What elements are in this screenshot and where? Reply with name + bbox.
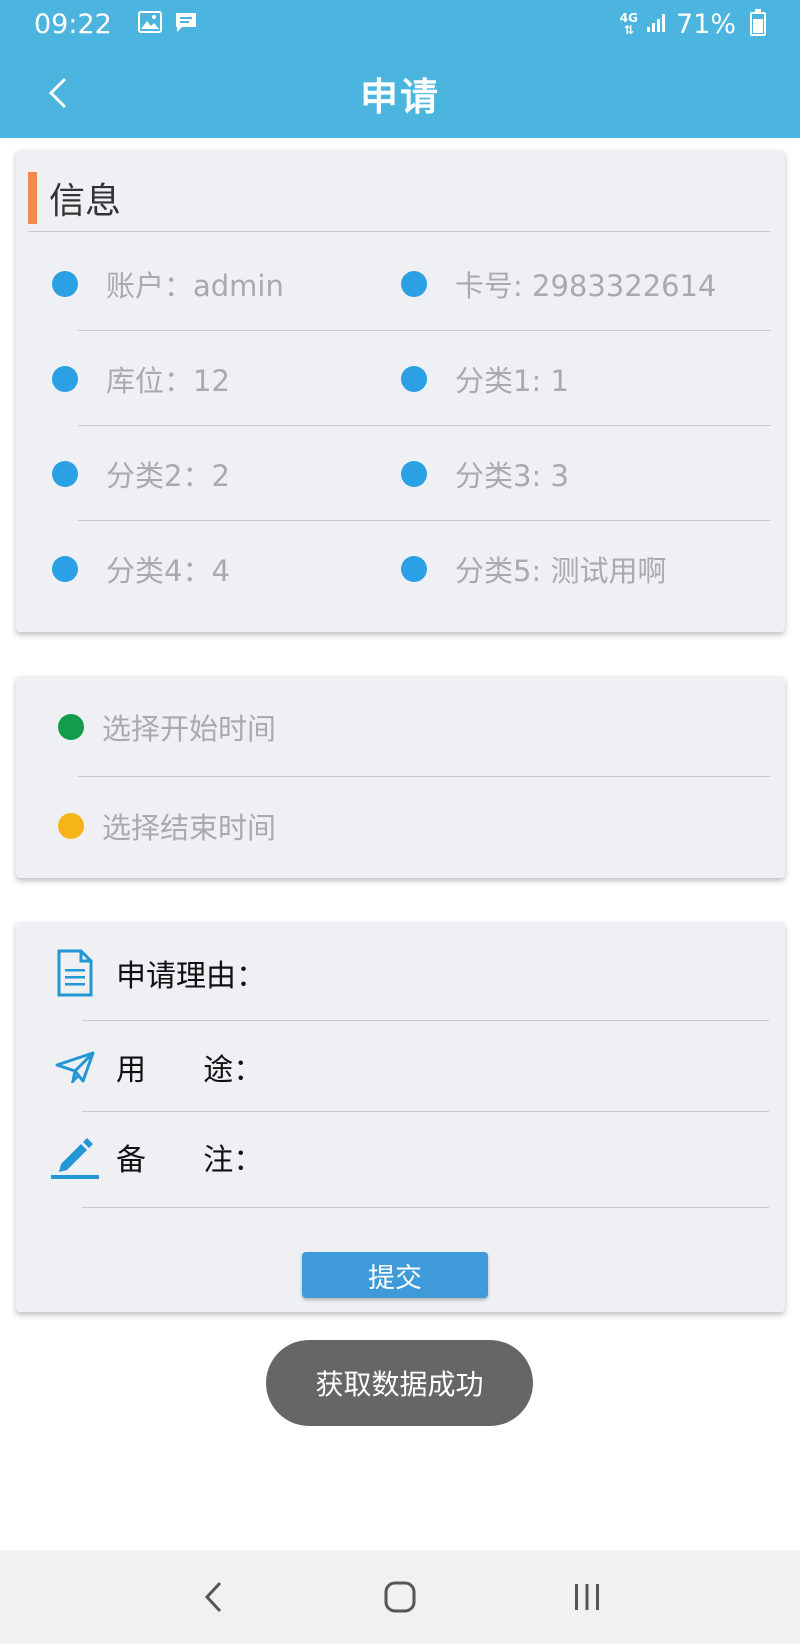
info-item-text: 分类4：4 — [106, 553, 230, 588]
start-time-label: 选择开始时间 — [102, 712, 277, 746]
start-time-picker[interactable]: 选择开始时间 — [16, 678, 785, 776]
end-time-picker[interactable]: 选择结束时间 — [16, 777, 785, 875]
reason-input[interactable] — [286, 946, 765, 1000]
info-item-text: 分类3: 3 — [455, 458, 569, 493]
bullet-dot-icon — [401, 270, 427, 297]
info-item-card-number: 卡号: 2983322614 — [401, 236, 717, 331]
application-form-card: 申请理由： 用 途： 备 注： 提交 — [16, 922, 785, 1312]
info-item-category4: 分类4：4 — [52, 521, 230, 616]
bullet-dot-icon — [401, 460, 427, 487]
message-notification-icon — [174, 9, 198, 40]
info-item-account: 账户：admin — [52, 236, 284, 331]
info-item-text: 卡号: 2983322614 — [455, 268, 717, 303]
toast-message: 获取数据成功 — [266, 1340, 533, 1426]
system-navigation-bar — [0, 1550, 800, 1644]
chevron-left-icon — [48, 77, 67, 109]
status-bar: 09:22 4G ⇅ 71% — [0, 0, 800, 48]
data-arrows-icon: ⇅ — [623, 23, 634, 37]
row-divider — [82, 1020, 769, 1021]
info-item-text: 账户：admin — [106, 268, 284, 303]
bullet-dot-icon — [52, 460, 78, 487]
info-item-text: 分类5: 测试用啊 — [455, 553, 667, 588]
reason-row: 申请理由： — [16, 928, 785, 1018]
submit-button[interactable]: 提交 — [302, 1252, 488, 1298]
info-item-location: 库位：12 — [52, 331, 230, 426]
start-dot-icon — [58, 714, 84, 740]
section-accent-bar — [28, 171, 37, 224]
bullet-dot-icon — [52, 365, 78, 392]
row-divider — [82, 1207, 769, 1208]
info-card: 信息 账户：admin 卡号: 2983322614 库位：12 分类1: 1 … — [16, 150, 785, 632]
info-item-category1: 分类1: 1 — [401, 331, 569, 426]
info-row: 分类2：2 分类3: 3 — [16, 426, 785, 521]
app-bar: 申请 — [0, 48, 800, 138]
purpose-row: 用 途： — [16, 1022, 785, 1112]
info-row: 账户：admin 卡号: 2983322614 — [16, 236, 785, 331]
info-row: 分类4：4 分类5: 测试用啊 — [16, 521, 785, 616]
info-item-text: 分类1: 1 — [455, 363, 569, 398]
status-right: 4G ⇅ 71% — [620, 9, 766, 40]
purpose-input[interactable] — [286, 1040, 765, 1094]
status-left: 09:22 — [34, 9, 198, 40]
nav-home-button[interactable] — [370, 1567, 430, 1627]
info-item-text: 分类2：2 — [106, 458, 230, 493]
info-title: 信息 — [49, 180, 122, 222]
nav-back-button[interactable] — [183, 1567, 243, 1627]
battery-icon — [750, 9, 766, 36]
nav-back-icon — [205, 1581, 222, 1613]
purpose-label: 用 途： — [116, 1053, 264, 1088]
nav-recents-icon — [574, 1584, 599, 1610]
reason-label: 申请理由： — [116, 959, 266, 994]
network-type: 4G ⇅ — [620, 12, 638, 36]
bullet-dot-icon — [52, 555, 78, 582]
remark-row: 备 注： — [16, 1112, 785, 1202]
info-row: 库位：12 分类1: 1 — [16, 331, 785, 426]
bullet-dot-icon — [52, 270, 78, 297]
time-select-card: 选择开始时间 选择结束时间 — [16, 676, 785, 878]
gallery-notification-icon — [137, 9, 162, 40]
back-button[interactable] — [30, 66, 84, 120]
remark-label: 备 注： — [116, 1143, 264, 1178]
document-icon — [50, 948, 100, 998]
nav-home-icon — [384, 1581, 416, 1613]
nav-recents-button[interactable] — [557, 1567, 617, 1627]
bullet-dot-icon — [401, 555, 427, 582]
end-dot-icon — [58, 813, 84, 839]
remark-input[interactable] — [286, 1130, 765, 1184]
info-item-category2: 分类2：2 — [52, 426, 230, 521]
info-item-category3: 分类3: 3 — [401, 426, 569, 521]
info-item-text: 库位：12 — [106, 363, 230, 398]
signal-icon — [646, 9, 668, 40]
paper-plane-icon — [50, 1042, 100, 1092]
battery-percent: 71% — [675, 8, 736, 40]
pencil-icon — [50, 1132, 100, 1182]
status-time: 09:22 — [34, 8, 112, 40]
info-header: 信息 — [28, 164, 771, 232]
bullet-dot-icon — [401, 365, 427, 392]
page-title: 申请 — [359, 74, 440, 119]
end-time-label: 选择结束时间 — [102, 811, 277, 845]
info-item-category5: 分类5: 测试用啊 — [401, 521, 666, 616]
